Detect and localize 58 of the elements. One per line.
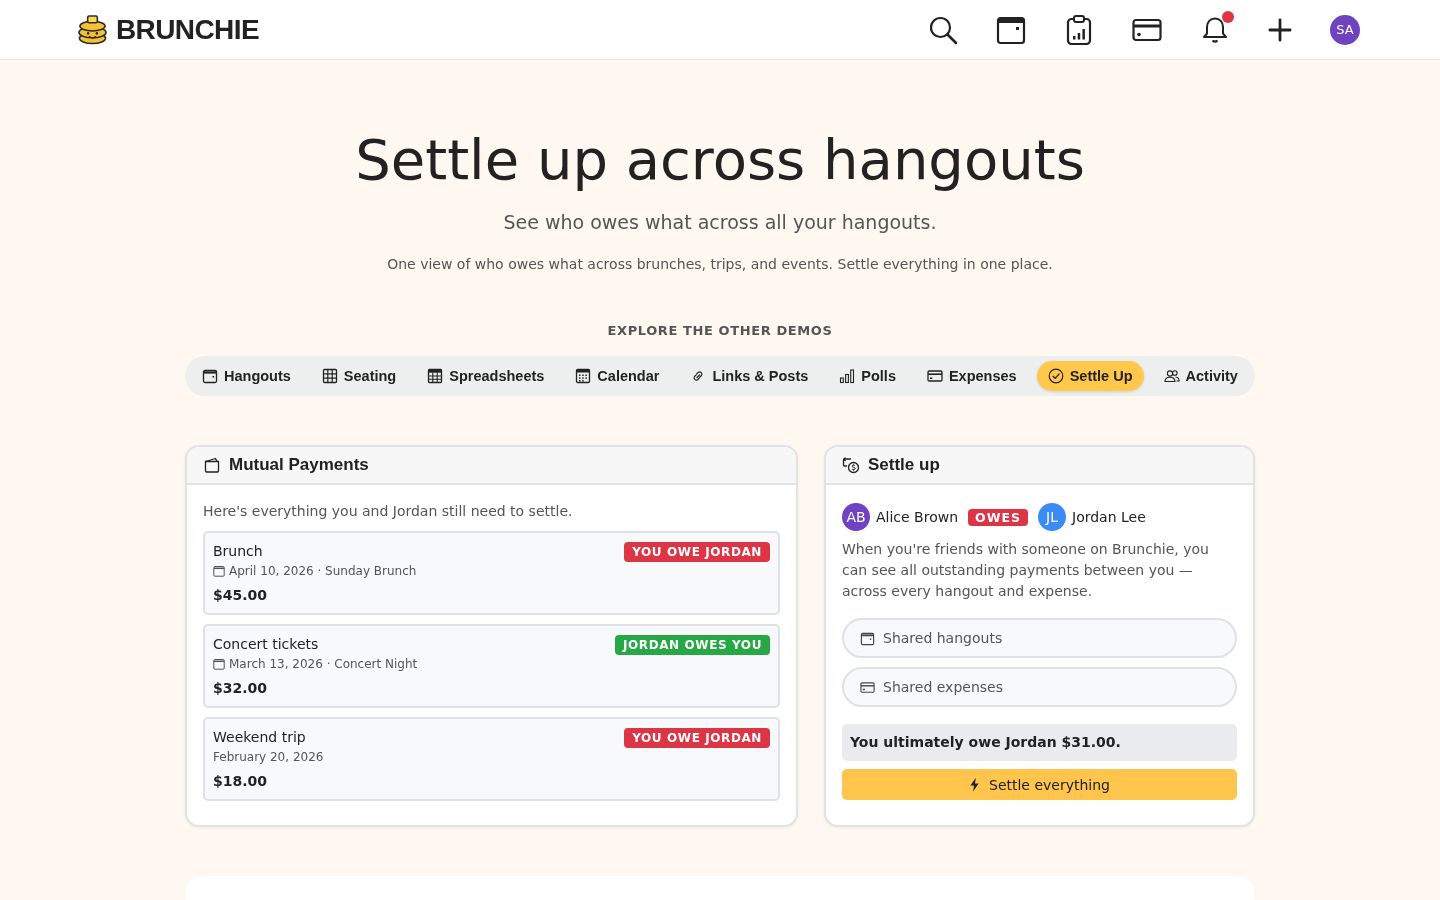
wallet-icon — [203, 456, 221, 474]
shared-link[interactable]: Shared expenses — [842, 667, 1237, 707]
person-name: Jordan Lee — [1072, 509, 1146, 525]
brand-name[interactable]: BRUNCHIE — [116, 13, 259, 46]
person-name: Alice Brown — [876, 509, 959, 525]
avatar: AB — [842, 503, 870, 531]
demo-tab[interactable]: Settle Up — [1036, 361, 1144, 391]
search-icon[interactable] — [928, 14, 958, 45]
section-heading: EXPLORE THE OTHER DEMOS — [607, 322, 833, 340]
payment-amount: $32.00 — [213, 679, 269, 698]
payment-title: Weekend trip — [213, 728, 306, 747]
grid-icon — [321, 368, 338, 384]
payment-title: Brunch — [213, 542, 263, 561]
hero-subtitle: See who owes what across all your hangouts. — [503, 210, 937, 235]
check-circle-icon — [1047, 368, 1064, 384]
demo-tab[interactable]: Calendar — [564, 361, 671, 391]
hero-description: One view of who owes what across brunches, trips, and events. Settle everything in one place. — [387, 255, 1053, 274]
table-icon — [427, 368, 444, 384]
calendar-icon — [575, 368, 592, 384]
hero-title: Settle up across hangouts — [355, 126, 1085, 193]
plus-icon[interactable] — [1268, 17, 1292, 42]
demo-tab[interactable]: Activity — [1152, 361, 1249, 391]
people-icon — [1163, 368, 1180, 384]
pancake-logo-icon[interactable] — [77, 14, 108, 45]
card-title: Mutual Payments — [229, 455, 369, 475]
payment-title: Concert tickets — [213, 635, 319, 654]
calendar-icon — [860, 630, 875, 646]
clipboard-chart-icon[interactable] — [1064, 14, 1094, 45]
credit-card-icon — [926, 368, 943, 384]
status-label: JORDAN OWES YOU — [614, 635, 770, 655]
bar-chart-icon — [839, 368, 856, 384]
card-title: Settle up — [868, 455, 940, 475]
credit-card-icon — [860, 679, 875, 695]
calendar-icon — [202, 368, 218, 384]
demo-tab[interactable]: Polls — [828, 361, 907, 391]
summary-text: You ultimately owe Jordan $31.00. — [842, 724, 1237, 761]
settle-everything-button[interactable]: Settle everything — [842, 769, 1237, 800]
payment-amount: $45.00 — [213, 586, 269, 605]
payment-details: April 10, 2026 · Sunday Brunch — [229, 563, 417, 580]
description-text: When you're friends with someone on Brunchie, you can see all outstanding payments between you — across every hangout and expense. — [842, 540, 1210, 601]
demo-tab[interactable]: Hangouts — [191, 361, 302, 391]
intro-text: Here's everything you and Jordan still need to settle. — [203, 502, 574, 521]
payment-amount: $18.00 — [213, 772, 269, 791]
owes-label: OWES — [968, 508, 1029, 526]
lightning-icon — [969, 777, 980, 792]
demo-tab[interactable]: Seating — [310, 361, 408, 391]
status-label: YOU OWE JORDAN — [624, 542, 770, 562]
avatar: JL — [1038, 503, 1067, 531]
calendar-icon[interactable] — [996, 14, 1026, 45]
payment-details: March 13, 2026 · Concert Night — [229, 656, 418, 673]
demo-tab[interactable]: Links & Posts — [679, 361, 820, 391]
payment-details: February 20, 2026 — [213, 749, 324, 766]
status-label: YOU OWE JORDAN — [624, 728, 770, 748]
shared-link[interactable]: Shared hangouts — [842, 618, 1237, 658]
demo-tab[interactable]: Spreadsheets — [416, 361, 556, 391]
cash-coin-icon — [842, 456, 860, 474]
demo-tab[interactable]: Expenses — [915, 361, 1028, 391]
user-avatar[interactable]: SA — [1330, 14, 1360, 45]
